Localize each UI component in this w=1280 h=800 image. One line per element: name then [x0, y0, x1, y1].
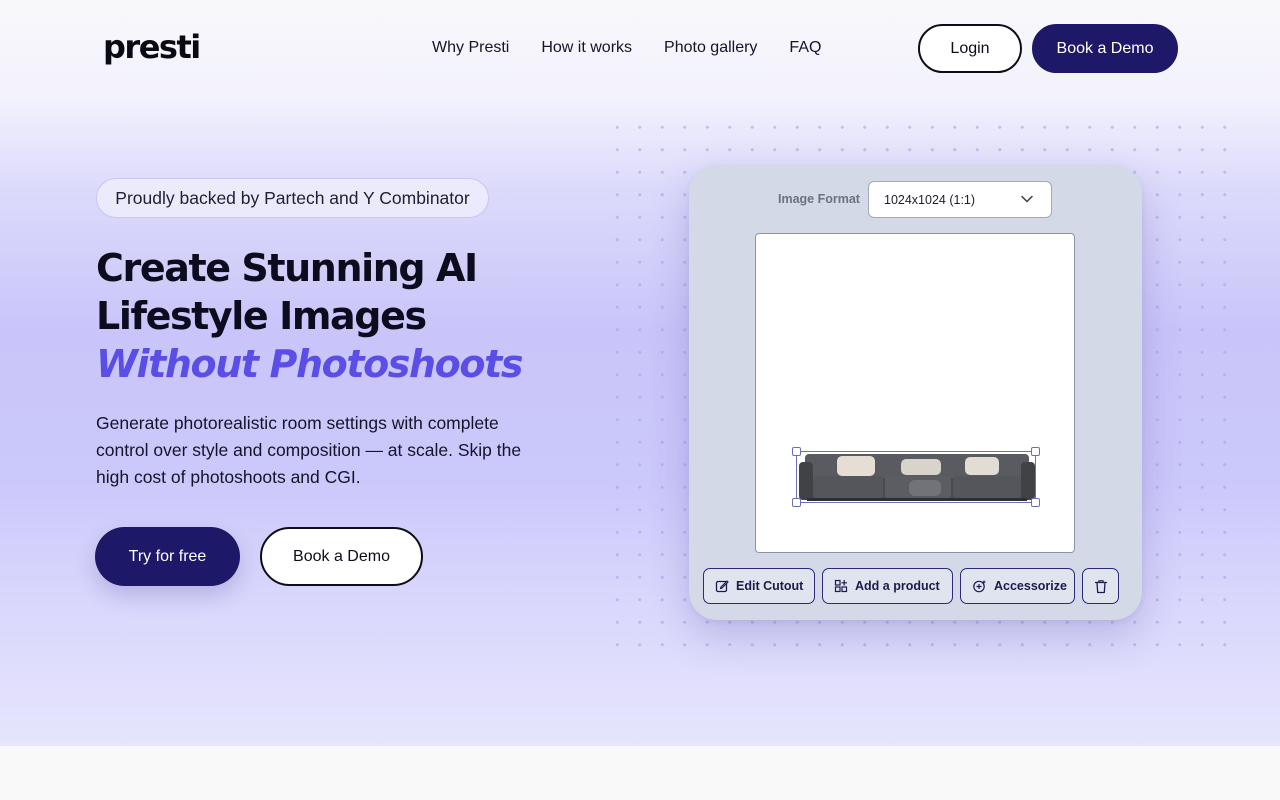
- hero-headline: Create Stunning AI Lifestyle Images With…: [96, 244, 616, 388]
- resize-handle-top-left[interactable]: [792, 447, 801, 456]
- top-nav: presti Why Presti How it works Photo gal…: [0, 0, 1280, 96]
- headline-line-2: Lifestyle Images: [96, 294, 427, 338]
- accessorize-icon: [973, 579, 986, 592]
- nav-links: Why Presti How it works Photo gallery FA…: [432, 39, 821, 57]
- login-button[interactable]: Login: [918, 24, 1022, 73]
- edit-icon: [715, 580, 729, 593]
- product-selection-box[interactable]: [792, 447, 1040, 507]
- trash-icon: [1094, 579, 1107, 593]
- hero-subtext: Generate photorealistic room settings wi…: [96, 413, 522, 487]
- add-product-icon: [834, 579, 848, 593]
- logo[interactable]: presti: [103, 28, 201, 66]
- headline-accent: Without Photoshoots: [96, 342, 523, 386]
- chevron-down-icon: [1021, 195, 1033, 203]
- sofa-product-image: [799, 454, 1035, 501]
- image-format-select[interactable]: 1024x1024 (1:1): [868, 181, 1052, 218]
- add-product-button[interactable]: Add a product: [822, 568, 953, 604]
- accessorize-label: Accessorize: [994, 579, 1067, 593]
- book-demo-hero-button[interactable]: Book a Demo: [260, 527, 423, 586]
- resize-handle-bottom-right[interactable]: [1031, 498, 1040, 507]
- nav-link-photo-gallery[interactable]: Photo gallery: [664, 39, 757, 57]
- book-demo-nav-button[interactable]: Book a Demo: [1032, 24, 1178, 73]
- image-format-value: 1024x1024 (1:1): [884, 192, 976, 207]
- edit-cutout-button[interactable]: Edit Cutout: [703, 568, 815, 604]
- nav-link-how-it-works[interactable]: How it works: [541, 39, 632, 57]
- headline-line-1: Create Stunning AI: [96, 246, 478, 290]
- backers-badge: Proudly backed by Partech and Y Combinat…: [96, 178, 489, 218]
- resize-handle-top-right[interactable]: [1031, 447, 1040, 456]
- resize-handle-bottom-left[interactable]: [792, 498, 801, 507]
- try-for-free-button[interactable]: Try for free: [95, 527, 240, 586]
- edit-cutout-label: Edit Cutout: [736, 579, 804, 593]
- image-canvas[interactable]: [755, 233, 1075, 553]
- nav-link-why-presti[interactable]: Why Presti: [432, 39, 509, 57]
- nav-link-faq[interactable]: FAQ: [789, 39, 821, 57]
- delete-button[interactable]: [1082, 568, 1119, 604]
- add-product-label: Add a product: [855, 579, 940, 593]
- accessorize-button[interactable]: Accessorize: [960, 568, 1075, 604]
- next-section: [0, 746, 1280, 800]
- image-format-label: Image Format: [778, 192, 860, 206]
